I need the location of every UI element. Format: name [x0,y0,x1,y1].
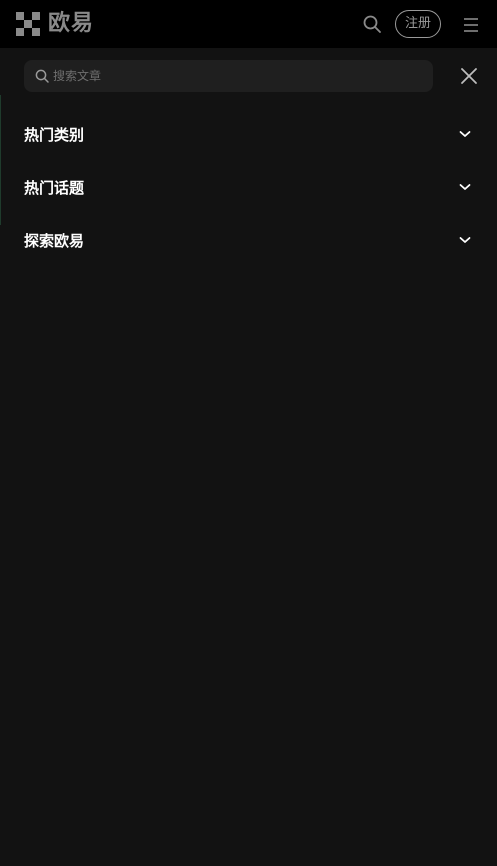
hamburger-menu-icon[interactable] [462,16,480,34]
article-search-box[interactable] [24,60,433,92]
brand-logo[interactable]: 欧易 [16,12,94,36]
accordion-label: 热门类别 [24,125,85,144]
accordion-label: 探索欧易 [24,231,85,250]
search-icon [35,69,49,83]
register-button[interactable]: 注册 [395,10,441,38]
close-icon[interactable] [460,67,478,85]
top-nav-bar: 欧易 注册 [0,0,497,48]
chevron-down-icon [459,237,471,243]
accordion-hot-categories[interactable]: 热门类别 [24,120,474,148]
okx-logo-icon [16,12,40,36]
search-input[interactable] [53,60,423,92]
brand-name: 欧易 [48,11,95,36]
panel-edge-divider [0,95,1,225]
side-menu-panel [0,48,497,866]
accordion-label: 热门话题 [24,178,85,197]
search-icon[interactable] [362,14,382,34]
accordion-explore-okx[interactable]: 探索欧易 [24,226,474,254]
chevron-down-icon [459,184,471,190]
accordion-hot-topics[interactable]: 热门话题 [24,173,474,201]
chevron-down-icon [459,131,471,137]
